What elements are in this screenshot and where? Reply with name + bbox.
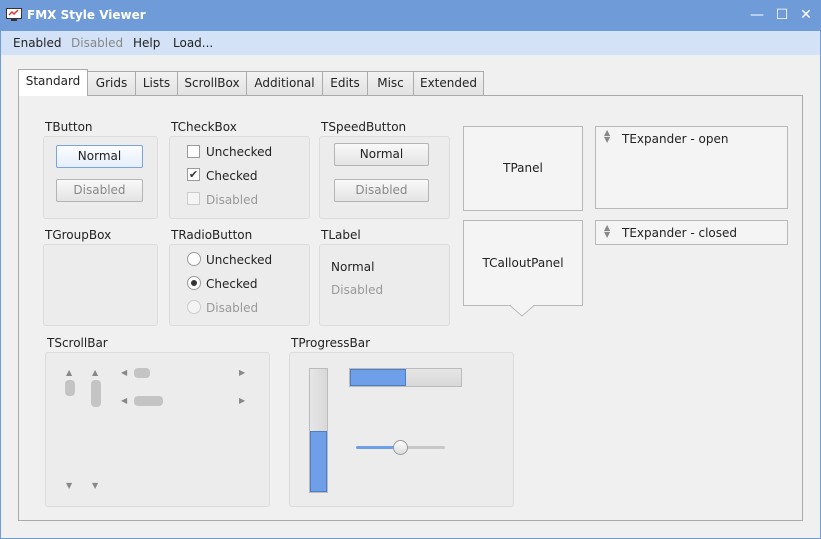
tcalloutpanel: TCalloutPanel (463, 220, 583, 306)
checkbox-disabled (187, 192, 200, 205)
tcheckbox-label: TCheckBox (171, 120, 237, 134)
label-disabled: Disabled (331, 283, 384, 297)
menu-bar (1, 31, 820, 55)
speed-button-disabled: Disabled (334, 179, 429, 202)
checkbox-checked[interactable]: ✔ (187, 168, 200, 181)
scroll-down-arrow-icon[interactable]: ▼ (66, 481, 72, 490)
tab-lists[interactable]: Lists (135, 71, 178, 95)
scroll-left-arrow-icon[interactable]: ◀ (121, 396, 127, 405)
checkbox-unchecked[interactable] (187, 145, 200, 158)
tbutton-label: TButton (45, 120, 93, 134)
radio-disabled (187, 300, 201, 314)
menu-help[interactable]: Help (133, 36, 160, 50)
tgroupbox-label: TGroupBox (45, 228, 112, 242)
horizontal-progress-fill (350, 369, 406, 386)
scroll-left-arrow-icon[interactable]: ◀ (121, 368, 127, 377)
tab-standard[interactable]: Standard (18, 69, 88, 96)
tab-misc[interactable]: Misc (367, 71, 414, 95)
radio-checked[interactable] (187, 276, 201, 290)
scroll-down-arrow-icon[interactable]: ▼ (92, 481, 98, 490)
close-button[interactable]: ✕ (796, 6, 816, 24)
expander-closed-toggle-icon[interactable]: ▲ ▼ (604, 224, 610, 239)
disabled-button: Disabled (56, 179, 143, 202)
app-icon (6, 8, 22, 21)
radio-unchecked[interactable] (187, 252, 201, 266)
tgroupbox-group (43, 244, 158, 326)
tab-edits[interactable]: Edits (322, 71, 368, 95)
checkbox-disabled-label: Disabled (206, 193, 259, 207)
tscrollbar-group (45, 352, 270, 507)
maximize-icon: ☐ (775, 7, 789, 23)
callout-pointer (510, 305, 534, 317)
tpanel: TPanel (463, 126, 583, 211)
speed-button-normal[interactable]: Normal (334, 143, 429, 166)
scroll-up-arrow-icon[interactable]: ▲ (66, 368, 72, 377)
scroll-up-arrow-icon[interactable]: ▲ (92, 368, 98, 377)
minimize-button[interactable]: — (747, 6, 767, 24)
maximize-button[interactable]: ☐ (772, 6, 792, 24)
scroll-right-arrow-icon[interactable]: ▶ (239, 368, 245, 377)
tab-extended[interactable]: Extended (413, 71, 484, 95)
radio-disabled-label: Disabled (206, 301, 259, 315)
horizontal-progress-bar (349, 368, 462, 387)
checkbox-checked-label: Checked (206, 169, 258, 183)
window-title: FMX Style Viewer (27, 8, 146, 22)
vertical-scroll-thumb[interactable] (65, 380, 75, 396)
radio-checked-label: Checked (206, 277, 258, 291)
vertical-progress-fill (310, 430, 327, 492)
vertical-scroll-thumb[interactable] (91, 380, 101, 407)
menu-enabled[interactable]: Enabled (13, 36, 62, 50)
label-normal: Normal (331, 260, 375, 274)
horizontal-scroll-thumb[interactable] (134, 368, 150, 378)
vertical-progress-bar (309, 368, 328, 493)
trackbar-thumb[interactable] (393, 440, 408, 455)
texpander-open-label[interactable]: TExpander - open (622, 132, 728, 146)
minimize-icon: — (750, 7, 764, 23)
texpander-closed-label[interactable]: TExpander - closed (622, 226, 737, 240)
tspeedbutton-label: TSpeedButton (321, 120, 407, 134)
checkbox-unchecked-label: Unchecked (206, 145, 273, 159)
radio-dot (191, 280, 197, 286)
tab-grids[interactable]: Grids (87, 71, 136, 95)
expander-open-toggle-icon[interactable]: ▲ ▼ (604, 129, 610, 144)
tpanel-label: TPanel (503, 161, 543, 175)
tprogressbar-label: TProgressBar (291, 336, 371, 350)
tlabel-label: TLabel (321, 228, 361, 242)
tab-scrollbox[interactable]: ScrollBox (177, 71, 247, 95)
radio-unchecked-label: Unchecked (206, 253, 273, 267)
normal-button[interactable]: Normal (56, 145, 143, 168)
tab-additional[interactable]: Additional (246, 71, 323, 95)
horizontal-scroll-thumb[interactable] (134, 396, 163, 406)
tcalloutpanel-label: TCalloutPanel (482, 256, 564, 270)
tradiobutton-label: TRadioButton (171, 228, 253, 242)
menu-load[interactable]: Load... (173, 36, 213, 50)
close-icon: ✕ (800, 7, 812, 23)
tscrollbar-label: TScrollBar (47, 336, 108, 350)
menu-disabled: Disabled (71, 36, 124, 50)
scroll-right-arrow-icon[interactable]: ▶ (239, 396, 245, 405)
check-icon: ✔ (188, 168, 199, 181)
